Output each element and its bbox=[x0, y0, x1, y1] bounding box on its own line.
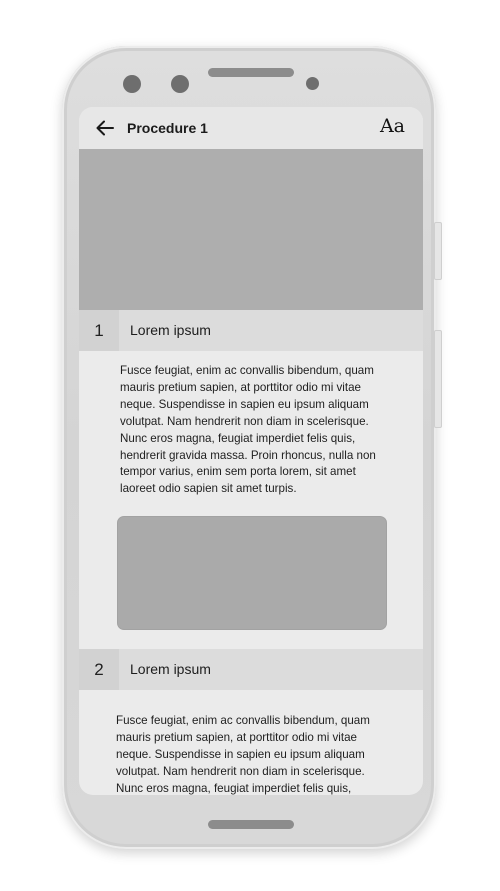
step-header-1: 1 Lorem ipsum bbox=[79, 310, 423, 351]
front-camera bbox=[123, 75, 141, 93]
phone-screen: Procedure 1 Aa 1 Lorem ipsum Fusce feugi… bbox=[79, 107, 423, 795]
page-title: Procedure 1 bbox=[127, 120, 208, 136]
back-button[interactable] bbox=[93, 117, 117, 139]
step-header-2: 2 Lorem ipsum bbox=[79, 649, 423, 690]
page: Procedure 1 Aa 1 Lorem ipsum Fusce feugi… bbox=[0, 0, 500, 891]
step-body-text: Fusce feugiat, enim ac convallis bibendu… bbox=[120, 364, 376, 496]
step-number: 2 bbox=[79, 649, 119, 690]
earpiece-speaker bbox=[208, 68, 294, 77]
front-camera-secondary bbox=[171, 75, 189, 93]
hero-image-placeholder bbox=[79, 149, 423, 310]
power-button bbox=[434, 330, 442, 428]
volume-button bbox=[434, 222, 442, 280]
step-body-text: Fusce feugiat, enim ac convallis bibendu… bbox=[116, 714, 370, 795]
step-title: Lorem ipsum bbox=[130, 661, 211, 677]
bottom-speaker bbox=[208, 820, 294, 829]
arrow-left-icon bbox=[96, 120, 114, 136]
step-title: Lorem ipsum bbox=[130, 322, 211, 338]
step-image-placeholder bbox=[117, 516, 387, 630]
proximity-sensor bbox=[306, 77, 319, 90]
step-number: 1 bbox=[79, 310, 119, 351]
app-bar: Procedure 1 Aa bbox=[79, 107, 423, 149]
font-size-button[interactable]: Aa bbox=[380, 115, 405, 137]
